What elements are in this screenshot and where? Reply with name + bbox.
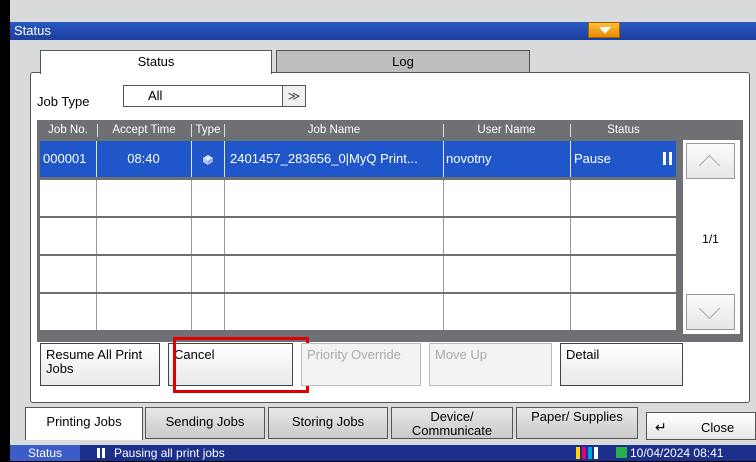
chevron-up-icon xyxy=(698,154,721,177)
table-row[interactable] xyxy=(40,294,676,330)
table-row[interactable] xyxy=(40,218,676,254)
window-title: Status xyxy=(14,23,51,38)
cell-divider xyxy=(224,218,225,254)
job-no-cell: 000001 xyxy=(43,151,87,166)
cell-divider xyxy=(443,141,444,177)
header-status: Status xyxy=(607,124,640,136)
resume-all-print-jobs-button[interactable]: Resume All Print Jobs xyxy=(40,343,160,386)
dropdown-chevron-icon[interactable]: ≫ xyxy=(282,86,305,106)
tab-sending-jobs[interactable]: Sending Jobs xyxy=(145,407,265,439)
cell-divider xyxy=(443,256,444,292)
status-bar: Status Pausing all print jobs 10/04/2024… xyxy=(10,445,756,461)
chevron-down-icon xyxy=(698,297,721,320)
cell-divider xyxy=(96,294,97,330)
cell-divider xyxy=(96,256,97,292)
header-type: Type xyxy=(195,124,221,136)
close-button[interactable]: ↵ Close xyxy=(646,412,756,440)
cell-divider xyxy=(191,256,192,292)
status-bar-label[interactable]: Status xyxy=(10,445,80,461)
header-accept-time: Accept Time xyxy=(112,124,176,136)
cell-divider xyxy=(443,294,444,330)
cell-divider xyxy=(96,218,97,254)
detail-button[interactable]: Detail xyxy=(560,343,683,386)
scroll-down-button[interactable] xyxy=(686,294,735,330)
title-bar: Status xyxy=(10,22,756,40)
tab-device-communicate[interactable]: Device/ Communicate xyxy=(391,407,513,439)
scroll-up-button[interactable] xyxy=(686,143,735,179)
tab-log[interactable]: Log xyxy=(276,50,530,72)
chevron-down-icon[interactable] xyxy=(588,22,620,38)
page-indicator: 1/1 xyxy=(702,232,719,246)
tab-printing-jobs[interactable]: Printing Jobs xyxy=(25,407,143,440)
print-job-type-icon xyxy=(192,141,224,177)
cell-divider xyxy=(570,180,571,216)
cell-divider xyxy=(191,294,192,330)
toner-level-icon xyxy=(576,447,602,459)
pause-job-icon xyxy=(96,447,108,459)
priority-override-button[interactable]: Priority Override xyxy=(301,343,421,386)
cell-divider xyxy=(224,256,225,292)
table-row[interactable]: 000001 08:40 2401457_283656_0|MyQ Print.… xyxy=(40,141,676,177)
tab-paper-supplies[interactable]: Paper/ Supplies xyxy=(516,407,638,439)
move-up-button[interactable]: Move Up xyxy=(429,343,552,386)
status-cell: Pause xyxy=(574,151,611,166)
pause-icon xyxy=(663,152,675,166)
accept-time-cell: 08:40 xyxy=(127,151,160,166)
cancel-highlight-box xyxy=(173,337,309,393)
cell-divider xyxy=(570,294,571,330)
status-message: Pausing all print jobs xyxy=(114,446,225,460)
calendar-icon xyxy=(616,447,627,458)
close-button-label: Close xyxy=(701,420,735,435)
header-user-name: User Name xyxy=(477,124,536,136)
cell-divider xyxy=(96,180,97,216)
user-name-cell: novotny xyxy=(446,151,492,166)
status-window: Status Status Log Job Type All ≫ Job No.… xyxy=(10,0,756,461)
status-datetime: 10/04/2024 08:41 xyxy=(630,446,724,460)
return-arrow-icon: ↵ xyxy=(655,419,667,435)
cell-divider xyxy=(191,180,192,216)
job-type-value: All xyxy=(148,88,163,103)
cell-divider xyxy=(570,218,571,254)
cell-divider xyxy=(443,180,444,216)
cell-divider xyxy=(191,218,192,254)
header-job-no: Job No. xyxy=(48,124,88,136)
header-job-name: Job Name xyxy=(307,124,361,136)
cell-divider xyxy=(570,141,571,177)
cell-divider xyxy=(570,256,571,292)
cell-divider xyxy=(443,218,444,254)
job-type-label: Job Type xyxy=(37,94,90,109)
job-name-cell: 2401457_283656_0|MyQ Print... xyxy=(230,151,418,166)
cell-divider xyxy=(224,294,225,330)
table-row[interactable] xyxy=(40,180,676,216)
tab-status[interactable]: Status xyxy=(40,50,272,74)
cell-divider xyxy=(224,180,225,216)
table-row[interactable] xyxy=(40,256,676,292)
job-type-select[interactable]: All ≫ xyxy=(123,85,306,107)
tab-storing-jobs[interactable]: Storing Jobs xyxy=(268,407,388,439)
cell-divider xyxy=(224,141,225,177)
